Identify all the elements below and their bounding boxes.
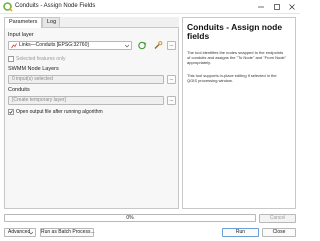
window-title: Conduits - Assign Node Fields	[15, 3, 96, 9]
tab-log[interactable]: Log	[42, 17, 60, 27]
parameters-form: Input layer Links—Conduits [EPSG:32760] …	[4, 27, 179, 209]
wrench-icon[interactable]	[153, 41, 163, 50]
open-output-checkbox[interactable]	[8, 109, 14, 115]
help-note: This tool supports in-place editing if s…	[187, 73, 277, 83]
input-layer-value: Links—Conduits [EPSG:32760]	[19, 42, 89, 48]
advanced-label: Advanced	[8, 229, 31, 235]
swmm-node-layers-field[interactable]: 0 input(s) selected	[8, 75, 164, 84]
run-as-batch-button[interactable]: Run as Batch Process...	[40, 228, 95, 237]
parameters-panel: Parameters Log Input layer Links—Conduit…	[4, 17, 179, 209]
selected-features-checkbox	[8, 56, 14, 62]
title-bar: Conduits - Assign Node Fields	[0, 0, 300, 14]
tab-parameters[interactable]: Parameters	[4, 17, 42, 28]
advanced-button[interactable]: Advanced	[4, 228, 36, 237]
close-icon[interactable]	[285, 0, 299, 14]
help-title: Conduits - Assign node fields	[187, 22, 283, 41]
help-panel: Conduits - Assign node fields The tool i…	[182, 17, 296, 209]
help-description: The tool identifies the nodes snapped to…	[187, 50, 287, 65]
chevron-down-icon	[29, 231, 33, 235]
conduits-output-browse-button[interactable]: ...	[167, 96, 176, 105]
selected-features-label: Selected features only	[16, 56, 66, 62]
progress-text: 0%	[126, 215, 134, 221]
tab-bar: Parameters Log	[4, 17, 179, 28]
open-output-label: Open output file after running algorithm	[16, 109, 103, 115]
iterate-icon[interactable]	[137, 41, 147, 50]
conduits-output-field[interactable]: [Create temporary layer]	[8, 96, 164, 105]
conduits-label: Conduits	[8, 87, 30, 93]
run-button[interactable]: Run	[222, 228, 259, 237]
input-layer-combo[interactable]: Links—Conduits [EPSG:32760]	[8, 41, 132, 50]
maximize-icon[interactable]	[270, 0, 284, 14]
close-button[interactable]: Close	[262, 228, 296, 237]
swmm-node-layers-browse-button[interactable]: ...	[167, 75, 176, 84]
swmm-node-layers-label: SWMM Node Layers	[8, 66, 59, 72]
progress-bar: 0%	[4, 214, 256, 222]
line-layer-icon	[11, 43, 17, 49]
input-layer-label: Input layer	[8, 32, 34, 38]
checkmark-icon	[9, 110, 13, 114]
minimize-icon[interactable]	[254, 0, 268, 14]
chevron-down-icon	[125, 44, 129, 48]
cancel-button[interactable]: Cancel	[259, 214, 296, 223]
input-layer-browse-button[interactable]: ...	[167, 41, 176, 50]
qgis-logo-icon	[3, 2, 13, 12]
